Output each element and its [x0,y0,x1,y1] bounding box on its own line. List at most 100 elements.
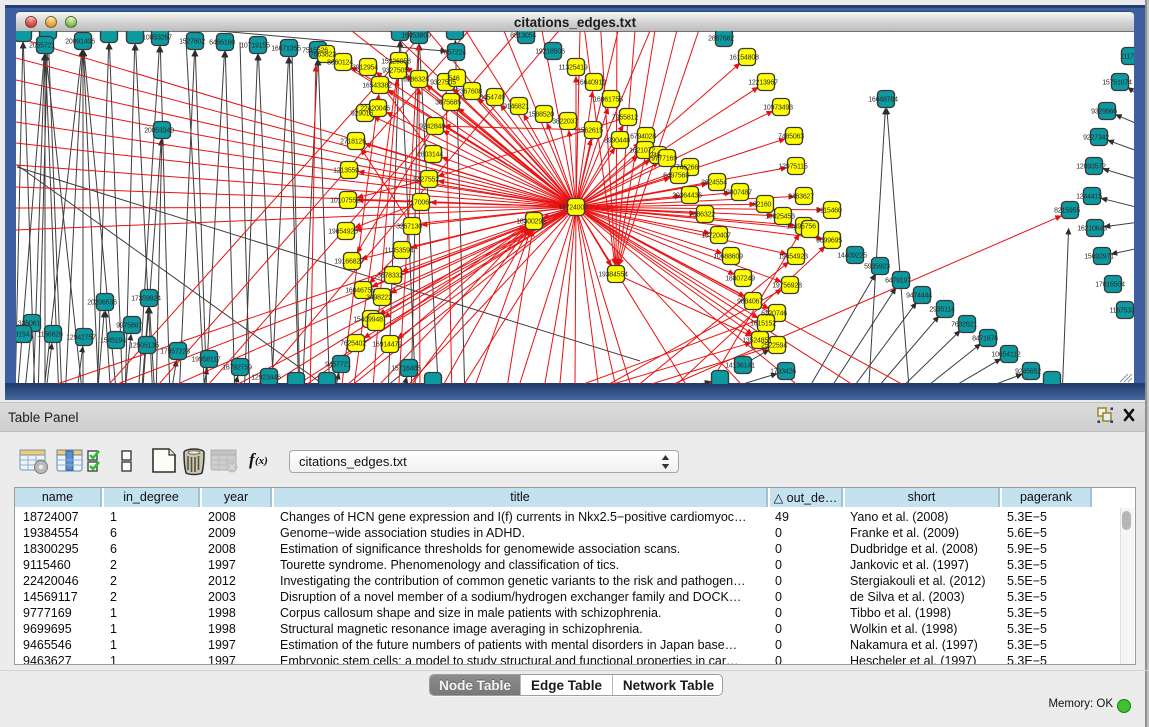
svg-text:20053340: 20053340 [144,128,174,135]
svg-text:16782759: 16782759 [222,365,252,372]
svg-text:8660124: 8660124 [327,60,353,67]
svg-text:19958117: 19958117 [191,357,220,364]
svg-text:16046756: 16046756 [345,288,375,295]
svg-text:1588520: 1588520 [528,112,554,119]
svg-text:15226058: 15226058 [381,59,411,66]
svg-text:3912954: 3912954 [352,65,378,72]
svg-text:2055721: 2055721 [29,43,55,50]
svg-text:1117: 1117 [1120,54,1134,61]
svg-text:16053809: 16053809 [401,33,431,40]
svg-text:9327505: 9327505 [382,68,408,75]
svg-text:20364436: 20364436 [672,193,702,200]
svg-text:9115460: 9115460 [816,208,842,215]
svg-text:6120746: 6120746 [761,311,787,318]
svg-text:18807249: 18807249 [725,276,755,283]
svg-text:6497568: 6497568 [663,173,689,180]
svg-text:5935923: 5935923 [864,264,890,271]
svg-text:15751074: 15751074 [1102,80,1132,87]
svg-text:6479197: 6479197 [885,278,911,285]
svg-text:16210643: 16210643 [1077,226,1107,233]
svg-text:9884067: 9884067 [737,299,763,306]
svg-text:546: 546 [448,76,459,83]
svg-text:17016504: 17016504 [1095,282,1125,289]
svg-text:3678332: 3678332 [377,273,403,280]
svg-text:1156829: 1156829 [37,332,63,339]
svg-text:7625402: 7625402 [340,341,366,348]
svg-text:117006: 117006 [407,200,429,207]
svg-text:9463627: 9463627 [788,194,814,201]
svg-text:15692971: 15692971 [1084,254,1114,261]
svg-text:8454749: 8454749 [479,95,505,102]
svg-text:9227342: 9227342 [1083,135,1109,142]
svg-text:12942757: 12942757 [66,335,96,342]
svg-text:16914479: 16914479 [372,342,402,349]
svg-text:7857224: 7857224 [440,50,466,57]
svg-text:16671355: 16671355 [271,46,301,53]
svg-text:15409948: 15409948 [353,317,383,324]
svg-text:1545194: 1545194 [100,338,126,345]
svg-text:12923446: 12923446 [251,375,281,382]
svg-text:16543382: 16543382 [362,83,392,90]
svg-text:22420046: 22420046 [360,106,390,113]
svg-text:18724007: 18724007 [558,205,588,212]
svg-text:7663822: 7663822 [310,52,336,59]
svg-text:14409225: 14409225 [837,253,867,260]
svg-text:8471676: 8471676 [972,336,998,343]
svg-text:3267130: 3267130 [396,224,422,231]
svg-text:10807487: 10807487 [722,190,752,197]
svg-text:9146821: 9146821 [503,104,529,111]
svg-text:8186328: 8186328 [403,77,429,84]
svg-text:2887682: 2887682 [708,36,734,43]
svg-text:7955812: 7955812 [612,115,638,122]
svg-text:9329966: 9329966 [1091,109,1117,116]
svg-text:8813054: 8813054 [510,33,536,40]
svg-text:19166827: 19166827 [334,259,364,266]
svg-text:9699695: 9699695 [816,238,842,245]
svg-text:3822037: 3822037 [552,119,578,126]
svg-text:9242848: 9242848 [419,124,445,131]
svg-text:15720407: 15720407 [701,233,731,240]
svg-text:6794028: 6794028 [630,134,656,141]
svg-text:7485063: 7485063 [778,134,804,141]
svg-text:39154: 39154 [16,332,30,339]
svg-text:7632621: 7632621 [951,322,977,329]
svg-text:1213550: 1213550 [333,168,359,175]
svg-text:1615152: 1615152 [750,321,776,328]
svg-text:20206536: 20206536 [87,300,117,307]
svg-text:19756928: 19756928 [772,283,802,290]
svg-text:10853267: 10853267 [142,35,172,42]
svg-text:19654923: 19654923 [778,254,808,261]
svg-text:8990448: 8990448 [604,138,630,145]
svg-text:9245652: 9245652 [1015,369,1041,376]
svg-text:7986322: 7986322 [689,212,715,219]
svg-text:9474444: 9474444 [906,293,932,300]
svg-text:12505135: 12505135 [129,343,159,350]
svg-text:3624554: 3624554 [701,180,727,187]
svg-text:9457721: 9457721 [325,362,351,369]
svg-text:12975115: 12975115 [778,164,807,171]
svg-text:19218506: 19218506 [535,49,565,56]
svg-text:11325419: 11325419 [558,65,587,72]
svg-text:2522594: 2522594 [761,343,787,350]
svg-text:2718126: 2718126 [340,139,366,146]
svg-text:10688609: 10688609 [713,254,743,261]
svg-text:9777169: 9777169 [651,156,677,163]
svg-text:16154808: 16154808 [729,55,759,62]
svg-text:10973493: 10973493 [763,105,793,112]
svg-text:10719155: 10719155 [240,43,270,50]
svg-text:11353594: 11353594 [384,248,413,255]
svg-text:335061: 335061 [18,321,40,328]
svg-text:19384554: 19384554 [598,272,628,279]
svg-text:2803144: 2803144 [417,152,443,159]
svg-text:1527602: 1527602 [179,39,205,46]
svg-text:17957223: 17957223 [160,349,190,356]
svg-text:10654112: 10654112 [991,352,1020,359]
svg-text:8215955: 8215955 [1054,208,1080,215]
svg-text:12213967: 12213967 [748,80,778,87]
svg-text:19654925: 19654925 [328,229,358,236]
svg-text:1167533: 1167533 [1109,308,1134,315]
svg-text:17359924: 17359924 [131,296,161,303]
svg-text:16961758: 16961758 [593,97,623,104]
svg-text:14136141: 14136141 [725,363,755,370]
svg-text:20091406: 20091406 [65,39,95,46]
